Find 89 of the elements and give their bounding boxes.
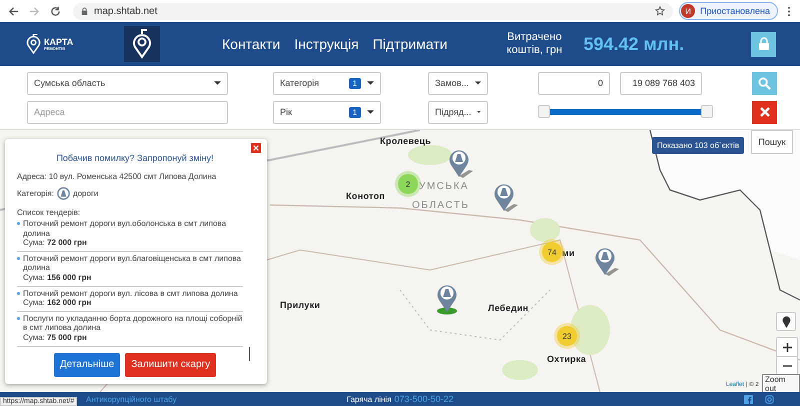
sum-value: 72 000 грн: [47, 238, 87, 248]
hotline-label: Гаряча лінія: [346, 394, 392, 404]
count-badge: 1: [348, 78, 361, 88]
lock-icon: [758, 37, 770, 51]
locate-button[interactable]: [776, 312, 796, 331]
category-label: Категорія:: [17, 189, 54, 198]
search-icon: [758, 76, 771, 90]
minus-icon: [782, 365, 792, 367]
details-button[interactable]: Детальніше: [54, 352, 120, 377]
min-sum-field[interactable]: 0: [538, 72, 610, 94]
tender-name: Поточний ремонт дороги вул. лісова в смт липова долина: [23, 288, 238, 298]
bullet-icon: [17, 316, 20, 320]
max-sum-field[interactable]: 19 089 768 403: [620, 72, 702, 94]
sum-label: Сума:: [23, 332, 45, 342]
sum-value: 156 000 грн: [47, 272, 92, 282]
nav-link[interactable]: Контакти: [222, 36, 280, 52]
address-bar[interactable]: map.shtab.net: [73, 2, 674, 20]
instagram-icon[interactable]: [765, 394, 774, 404]
tender-name: Поточний ремонт дороги вул.оболонська в смт липова долина: [23, 219, 228, 238]
place-label: Охтирка: [547, 354, 586, 364]
place-label: Кролевець: [380, 136, 432, 146]
profile-label: Приостановлена: [700, 6, 770, 16]
suggest-edit-link[interactable]: Побачив помилку? Запропонуй зміну!: [56, 153, 214, 163]
sum-label: Сума:: [23, 272, 45, 282]
facebook-icon[interactable]: [744, 394, 753, 404]
plus-icon: [782, 342, 792, 352]
close-button[interactable]: [251, 143, 261, 153]
caret-icon: [474, 81, 481, 85]
bullet-icon: [17, 222, 20, 225]
url-text: map.shtab.net: [94, 6, 158, 16]
bullet-icon: [17, 256, 20, 260]
forest-area: [570, 305, 610, 355]
profile-button[interactable]: И Приостановлена: [679, 2, 778, 20]
scrollbar-thumb[interactable]: [249, 347, 250, 361]
count-badge: 1: [348, 106, 361, 118]
caret-icon: [477, 110, 481, 114]
sum-value: 75 000 грн: [47, 332, 87, 342]
caret-icon: [367, 81, 374, 85]
year-select[interactable]: Рік 1: [273, 100, 381, 124]
complaint-button[interactable]: Залишити скаргу: [125, 352, 216, 377]
forest-area: [408, 145, 452, 165]
bullet-icon: [17, 292, 20, 295]
customer-select[interactable]: Замов...: [428, 72, 488, 94]
close-icon: [760, 107, 770, 117]
slider-handle[interactable]: [701, 105, 713, 118]
avatar-initial: И: [681, 4, 696, 18]
forward-icon[interactable]: [29, 6, 40, 16]
sum-label: Сума:: [23, 298, 45, 308]
clear-button[interactable]: [752, 100, 777, 124]
lock-icon: [81, 6, 88, 16]
zoom-in-button[interactable]: [777, 338, 797, 357]
place-label: Лебедин: [488, 303, 529, 313]
tender-name: Послуги по укладанню борта дорожного на площі соборній в смт липова долина: [23, 314, 243, 333]
category-value: дороги: [72, 189, 98, 198]
range-slider[interactable]: [538, 105, 713, 119]
address-field[interactable]: Адреса: [27, 100, 228, 124]
star-icon[interactable]: [655, 6, 666, 16]
road-icon: [56, 187, 70, 200]
sum-label: Сума:: [23, 238, 45, 248]
menu-icon[interactable]: [787, 6, 791, 16]
logo-title: КАРТА: [44, 38, 74, 46]
objects-count-badge: Показано 103 об`єктів: [652, 137, 744, 154]
contractor-select[interactable]: Підряд...: [428, 100, 488, 124]
reload-icon[interactable]: [50, 6, 61, 16]
close-icon: [253, 145, 259, 151]
back-icon[interactable]: [8, 6, 19, 16]
search-button[interactable]: [752, 72, 777, 94]
caret-icon: [367, 110, 374, 114]
caret-icon: [214, 81, 221, 85]
tenders-heading: Список тендерів:: [17, 208, 82, 217]
forest-area: [530, 218, 560, 242]
slider-handle[interactable]: [538, 105, 550, 118]
address-text: Адреса: 10 вул. Роменська 42500 смт Липова Долина: [17, 172, 218, 181]
place-label: Конотоп: [346, 191, 386, 201]
place-label: Прилуки: [280, 300, 320, 310]
spent-value: 594.42 млн.: [583, 34, 684, 54]
nav-link[interactable]: Підтримати: [372, 36, 448, 52]
pin-icon: [782, 316, 790, 328]
place-label: ОБЛАСТЬ: [412, 200, 470, 211]
region-select[interactable]: Сумська область: [27, 72, 228, 94]
sum-value: 162 000 грн: [47, 298, 92, 308]
nav-link[interactable]: Інструкція: [294, 36, 359, 52]
spent-label: Витрачено коштів, грн: [506, 31, 564, 57]
lock-button[interactable]: [751, 32, 776, 56]
search-tab[interactable]: Пошук: [751, 130, 793, 154]
forest-area: [502, 360, 538, 380]
tender-name: Поточний ремонт дороги вул.благовіщенська в смт липова долина: [23, 254, 242, 273]
category-select[interactable]: Категорія 1: [273, 72, 381, 94]
zoom-tooltip: Zoom out: [762, 374, 800, 392]
